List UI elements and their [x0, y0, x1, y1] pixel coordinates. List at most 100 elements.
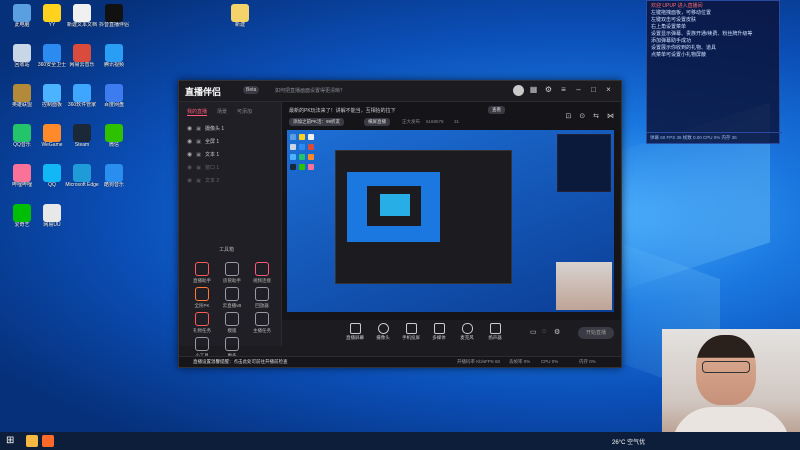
menu-icon[interactable]: ≡ [559, 85, 568, 94]
pk-activity-button[interactable]: 添加之前PK活：99折友 [289, 118, 345, 126]
app-icon [105, 84, 123, 102]
tool-icon [255, 262, 269, 276]
mini-desktop-icon [299, 154, 305, 160]
maximize-icon[interactable]: □ [589, 85, 598, 94]
camera-button[interactable]: 摄像头 [370, 323, 396, 341]
lock-icon[interactable]: ▣ [196, 139, 201, 145]
desktop-icon[interactable]: 微信 [96, 124, 132, 148]
settings-icon[interactable]: ⚙ [554, 328, 560, 336]
source-list: ◉ ▣ 摄像头 1 ◉ ▣ 全屏 1 ◉ ▣ 文本 1 ◉ ▣ 窗口 1 ◉ ▣ 文本 2 [179, 122, 281, 187]
lock-icon[interactable]: ▣ [196, 178, 201, 184]
source-item[interactable]: ◉ ▣ 文本 1 [179, 148, 281, 161]
eye-icon[interactable]: ◉ [187, 151, 192, 158]
desktop-icon[interactable]: 抖音直播伴侣 [96, 4, 132, 28]
tab-my-live[interactable]: 我的直播 [187, 108, 208, 116]
settings-icon[interactable]: ⚙ [544, 85, 553, 94]
tab-add[interactable]: 可添加 [237, 108, 252, 116]
mini-desktop-icon [290, 144, 296, 150]
app-status-bar: 直播设置温馨提醒：点击此处可前往开播前检查 开播码率 Kb/s FPS 60 丢… [179, 356, 621, 367]
scene-tabs: 我的直播 场景 可添加 [179, 102, 281, 122]
microphone-button[interactable]: 麦克风 [454, 323, 480, 341]
file-explorer-icon[interactable] [26, 435, 38, 447]
share-icon[interactable]: ⋈ [607, 112, 614, 120]
tool-item[interactable]: 主播任务 [245, 312, 279, 334]
source-item[interactable]: ◉ ▣ 窗口 1 [179, 161, 281, 174]
preview-canvas[interactable] [287, 130, 614, 312]
windows-start-icon[interactable]: ⊞ [6, 436, 14, 446]
app-icon [105, 4, 123, 22]
tool-icon [255, 312, 269, 326]
status-dropped: 丢帧率 0% [509, 359, 531, 364]
chat-message: 点菜单可设置小礼物屏蔽 [651, 52, 707, 58]
speaker-button[interactable]: 扬声器 [482, 323, 508, 341]
preview-area: 最新的PK玩法来了！讲解不能当，互相抬的拉下 查看 添加之前PK活：99折友 横… [282, 102, 620, 346]
minimize-icon[interactable]: – [574, 85, 583, 94]
tool-item[interactable]: 云直播vB [215, 287, 249, 309]
clip-icon[interactable]: ◌ [542, 328, 546, 335]
eye-icon[interactable]: ◉ [187, 125, 192, 132]
tool-icon [195, 312, 209, 326]
lock-icon[interactable]: ▣ [196, 165, 201, 171]
grid-icon[interactable]: ▦ [529, 85, 538, 94]
mini-desktop-icon [308, 134, 314, 140]
desktop-icon[interactable]: Microsoft Edge [64, 164, 100, 188]
eye-icon[interactable]: ◉ [187, 177, 192, 184]
tab-scene[interactable]: 场景 [217, 108, 227, 116]
lock-icon[interactable]: ▣ [196, 152, 201, 158]
desktop-icon[interactable]: 新建文本文档 [64, 4, 100, 28]
record-icon[interactable]: ▭ [530, 328, 537, 336]
weather-widget[interactable]: 26°C 空气优 [612, 437, 645, 446]
source-item[interactable]: ◉ ▣ 摄像头 1 [179, 122, 281, 135]
desktop-icon[interactable]: 网易UU [34, 204, 70, 228]
chat-message: 设置显示弹幕、贵族开通/续费、粉丝牌升级等 [651, 31, 753, 37]
desktop-icon[interactable]: Steam [64, 124, 100, 148]
bottom-toolbar: 直播屏幕 摄像头 手机投屏 多媒体 麦克风 扬声器 ▭ ◌ ⚙ 开始直播 [282, 320, 620, 346]
start-live-button[interactable]: 开始直播 [578, 327, 614, 339]
capture-icon[interactable]: ⊙ [579, 112, 585, 120]
tool-item[interactable]: 视频连接 [245, 262, 279, 284]
mini-desktop-icon [308, 154, 314, 160]
desktop-icon[interactable]: 360软件管家 [64, 84, 100, 108]
lock-icon[interactable]: ▣ [196, 126, 201, 132]
status-tip[interactable]: 直播设置温馨提醒：点击此处可前往开播前检查 [193, 359, 288, 365]
mirror-icon[interactable]: ⇆ [593, 112, 599, 120]
phone-icon [405, 323, 417, 334]
tool-item[interactable]: 房管助手 [215, 262, 249, 284]
layout-icon[interactable]: ⊡ [565, 112, 571, 120]
danmaku-panel[interactable]: 欢迎 UPUP 进入直播间 左键拖拽面板，可移动位置 左键双击可设置皮肤 右上角设置菜… [646, 0, 782, 144]
desktop-icon[interactable]: 网易云音乐 [64, 44, 100, 68]
chat-message: 欢迎 UPUP 进入直播间 [651, 3, 703, 9]
tool-item[interactable]: 直播助手 [185, 262, 219, 284]
phone-cast-button[interactable]: 手机投屏 [398, 323, 424, 341]
mail-icon[interactable]: ✉ [514, 85, 523, 94]
mini-desktop-icon [290, 134, 296, 140]
preview-notice-button[interactable]: 查看 [488, 106, 505, 114]
version-badge: Beta [243, 86, 260, 94]
app-notice-link[interactable]: 如何把直播画面设置得更清晰？ [275, 87, 345, 94]
tool-item[interactable]: 模版 [215, 312, 249, 334]
media-button[interactable]: 多媒体 [426, 323, 452, 341]
speaker-icon [489, 323, 501, 334]
landscape-toggle[interactable]: 横屏直播 [364, 118, 390, 126]
source-item[interactable]: ◉ ▣ 文本 2 [179, 174, 281, 187]
desktop-icon-new-folder[interactable]: 新建 [222, 4, 258, 28]
eye-icon[interactable]: ◉ [187, 138, 192, 145]
desktop-icon[interactable]: 酷狗音乐 [96, 164, 132, 188]
tool-item[interactable]: 全民PK [185, 287, 219, 309]
nested-chat-panel [557, 134, 611, 192]
chat-lines: 欢迎 UPUP 进入直播间 左键拖拽面板，可移动位置 左键双击可设置皮肤 右上角设置菜… [647, 1, 779, 59]
desktop-icon[interactable]: 百度网盘 [96, 84, 132, 108]
app-icon [105, 124, 123, 142]
tool-item[interactable]: 回放器 [245, 287, 279, 309]
chat-footer: 弹幕 60 FPS 36 帧数 0.00 CPU 0% 内存 36 [647, 132, 782, 143]
eye-icon[interactable]: ◉ [187, 164, 192, 171]
mini-desktop-icon [290, 164, 296, 170]
desktop-icon[interactable]: 腾讯视频 [96, 44, 132, 68]
source-item[interactable]: ◉ ▣ 全屏 1 [179, 135, 281, 148]
close-icon[interactable]: × [604, 85, 613, 94]
taskbar-app-icon[interactable] [42, 435, 54, 447]
folder-icon [231, 4, 249, 22]
tool-item[interactable]: 礼物任务 [185, 312, 219, 334]
screen-capture-button[interactable]: 直播屏幕 [342, 323, 368, 341]
microphone-icon [461, 323, 473, 334]
